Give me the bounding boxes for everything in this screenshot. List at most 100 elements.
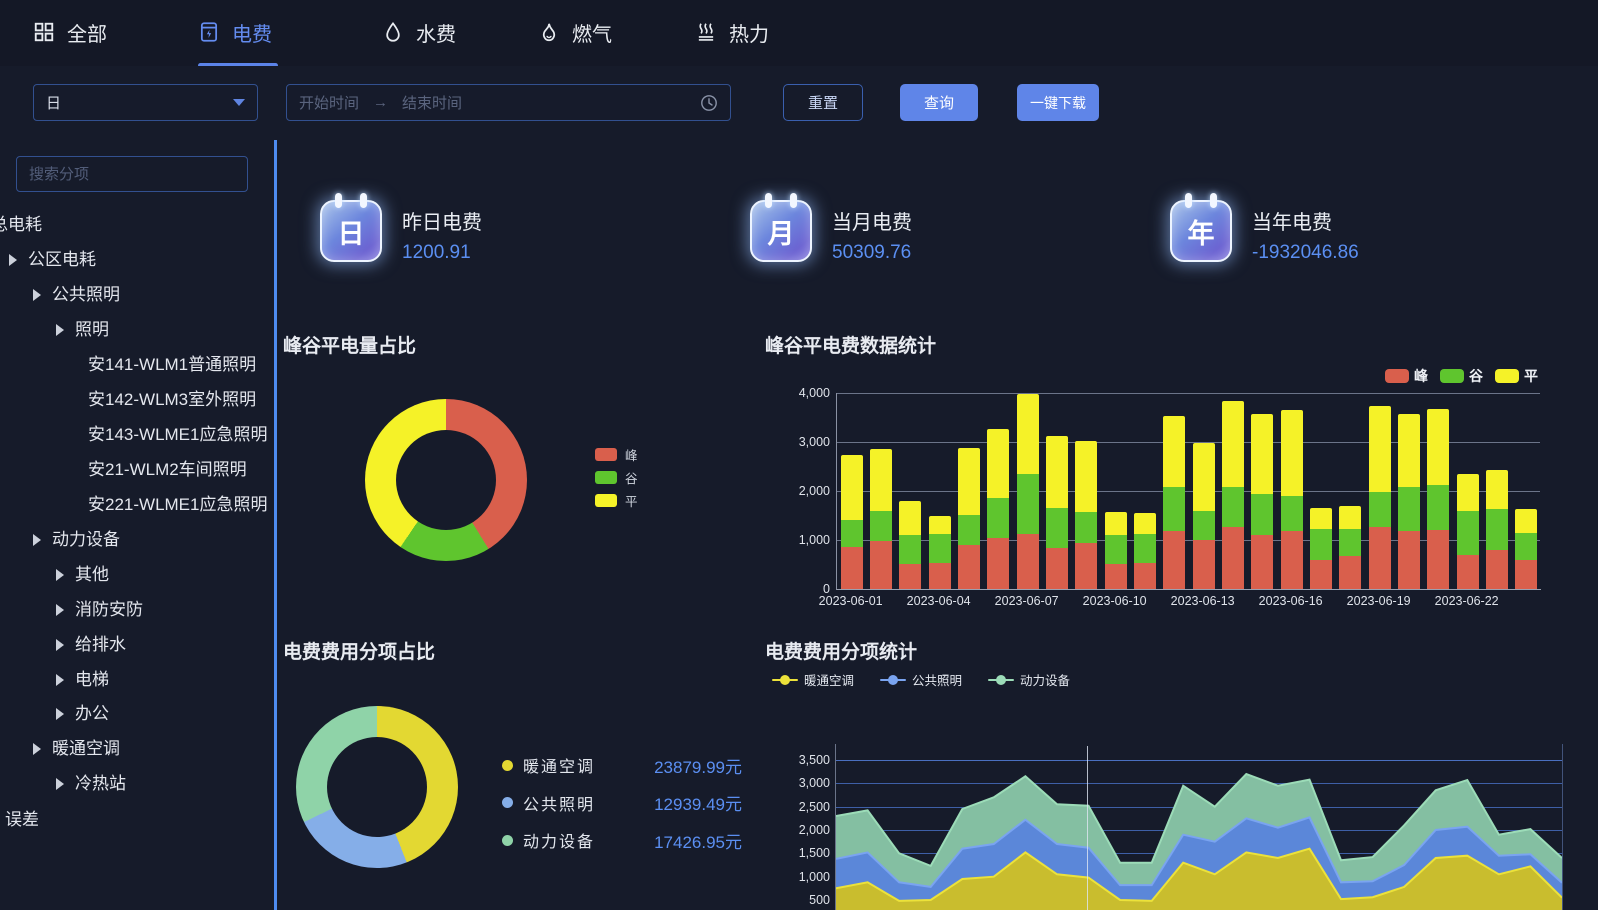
sidebar-item-label: 照明 <box>75 320 109 339</box>
tab-gas[interactable]: 燃气 <box>538 0 612 64</box>
bar-chart-plot[interactable] <box>836 393 1541 590</box>
query-button[interactable]: 查询 <box>900 84 978 121</box>
bar-2023-06-23[interactable] <box>1482 393 1511 589</box>
legend-item[interactable]: 暖通空调 <box>772 670 854 689</box>
legend-item[interactable]: 平 <box>595 491 638 510</box>
bar-2023-06-19[interactable] <box>1365 393 1394 589</box>
bar-2023-06-10[interactable] <box>1101 393 1130 589</box>
bar-2023-06-18[interactable] <box>1336 393 1365 589</box>
sidebar-item[interactable]: 安142-WLM3室外照明 <box>88 388 256 412</box>
legend-swatch <box>1495 369 1519 383</box>
date-range-picker[interactable]: 开始时间 → 结束时间 <box>286 84 731 121</box>
bar-2023-06-20[interactable] <box>1394 393 1423 589</box>
tab-heat[interactable]: 热力 <box>695 0 769 64</box>
legend-item[interactable]: 公共照明 <box>880 670 962 689</box>
bar-2023-06-22[interactable] <box>1453 393 1482 589</box>
bar-segment-平 <box>1105 512 1127 534</box>
bar-segment-平 <box>958 448 980 515</box>
x-tick-label: 2023-06-04 <box>894 594 984 608</box>
tab-water[interactable]: 水费 <box>382 0 456 64</box>
calendar-icon-char: 月 <box>768 212 795 251</box>
sidebar-item[interactable]: 误差 <box>5 808 39 832</box>
bar-2023-06-14[interactable] <box>1218 393 1247 589</box>
donut-breakdown-share[interactable] <box>296 706 458 868</box>
bar-segment-谷 <box>1251 494 1273 535</box>
legend-item[interactable]: 暖通空调23879.99元 <box>502 753 595 777</box>
bar-2023-06-03[interactable] <box>896 393 925 589</box>
bar-segment-峰 <box>1369 527 1391 589</box>
search-input[interactable] <box>16 156 248 192</box>
x-tick-label: 2023-06-19 <box>1334 594 1424 608</box>
bar-segment-谷 <box>1134 534 1156 563</box>
sidebar-item[interactable]: 照明 <box>75 318 109 342</box>
donut-energy-share[interactable] <box>365 399 527 561</box>
legend-item[interactable]: 谷 <box>595 468 638 487</box>
calendar-pin <box>360 193 367 208</box>
calendar-day-icon: 日 <box>320 200 382 262</box>
sidebar-item[interactable]: 冷热站 <box>75 772 126 796</box>
bar-2023-06-21[interactable] <box>1424 393 1453 589</box>
sidebar-item[interactable]: 总电耗 <box>0 213 42 237</box>
sidebar-item[interactable]: 公区电耗 <box>28 248 96 272</box>
legend-swatch <box>595 471 617 484</box>
bar-2023-06-04[interactable] <box>925 393 954 589</box>
sidebar-item[interactable]: 安141-WLM1普通照明 <box>88 353 256 377</box>
legend-item[interactable]: 峰 <box>595 445 638 464</box>
area-chart-axis-right <box>1562 744 1563 910</box>
bar-2023-06-16[interactable] <box>1277 393 1306 589</box>
period-select[interactable]: 日 <box>33 84 258 121</box>
sidebar-item[interactable]: 给排水 <box>75 633 126 657</box>
chevron-down-icon <box>233 99 245 106</box>
bar-2023-06-11[interactable] <box>1130 393 1159 589</box>
sidebar-item[interactable]: 电梯 <box>75 668 109 692</box>
sidebar: 总电耗公区电耗公共照明照明安141-WLM1普通照明安142-WLM3室外照明安… <box>0 140 278 910</box>
sidebar-item[interactable]: 安221-WLME1应急照明 <box>88 493 267 517</box>
bar-segment-峰 <box>1310 560 1332 589</box>
bar-2023-06-15[interactable] <box>1248 393 1277 589</box>
legend-item[interactable]: 峰 <box>1385 366 1428 386</box>
area-chart-plot[interactable] <box>836 744 1562 910</box>
bar-2023-06-08[interactable] <box>1042 393 1071 589</box>
bar-2023-06-05[interactable] <box>954 393 983 589</box>
bar-stack <box>899 501 921 589</box>
bar-2023-06-09[interactable] <box>1072 393 1101 589</box>
legend-item[interactable]: 动力设备 <box>988 670 1070 689</box>
card-value: 1200.91 <box>402 242 471 264</box>
area-chart-axis-pointer <box>1087 746 1088 910</box>
tab-all[interactable]: 全部 <box>33 0 107 64</box>
sidebar-item-label: 办公 <box>75 704 109 723</box>
bar-2023-06-24[interactable] <box>1512 393 1541 589</box>
sidebar-item[interactable]: 消防安防 <box>75 598 143 622</box>
download-button[interactable]: 一键下载 <box>1017 84 1099 121</box>
bar-segment-谷 <box>870 511 892 542</box>
bar-segment-谷 <box>1339 529 1361 556</box>
bar-2023-06-13[interactable] <box>1189 393 1218 589</box>
legend-item[interactable]: 平 <box>1495 366 1538 386</box>
bar-2023-06-17[interactable] <box>1306 393 1335 589</box>
tab-electricity[interactable]: 电费 <box>198 0 272 64</box>
sidebar-item[interactable]: 暖通空调 <box>52 737 120 761</box>
bar-segment-峰 <box>1486 550 1508 589</box>
sidebar-scrollbar[interactable] <box>274 140 277 910</box>
sidebar-item[interactable]: 公共照明 <box>52 283 120 307</box>
y-tick-label: 1,000 <box>768 870 830 884</box>
legend-item[interactable]: 谷 <box>1440 366 1483 386</box>
sidebar-item[interactable]: 其他 <box>75 563 109 587</box>
sidebar-item[interactable]: 安143-WLME1应急照明 <box>88 423 267 447</box>
sidebar-item[interactable]: 办公 <box>75 702 109 726</box>
bar-2023-06-12[interactable] <box>1160 393 1189 589</box>
bar-2023-06-07[interactable] <box>1013 393 1042 589</box>
legend-label: 暖通空调 <box>523 753 595 777</box>
bar-2023-06-06[interactable] <box>984 393 1013 589</box>
sidebar-item[interactable]: 安21-WLM2车间照明 <box>88 458 247 482</box>
bar-2023-06-01[interactable] <box>837 393 866 589</box>
legend-item[interactable]: 公共照明12939.49元 <box>502 791 595 815</box>
bar-stack <box>987 429 1009 589</box>
caret-right-icon <box>56 569 64 581</box>
legend-item[interactable]: 动力设备17426.95元 <box>502 828 595 852</box>
sidebar-item[interactable]: 动力设备 <box>52 528 120 552</box>
filter-bar: 日 开始时间 → 结束时间 重置 查询 一键下载 <box>0 66 1598 140</box>
reset-button[interactable]: 重置 <box>783 84 863 121</box>
bar-2023-06-02[interactable] <box>866 393 895 589</box>
legend-dot <box>502 797 513 808</box>
